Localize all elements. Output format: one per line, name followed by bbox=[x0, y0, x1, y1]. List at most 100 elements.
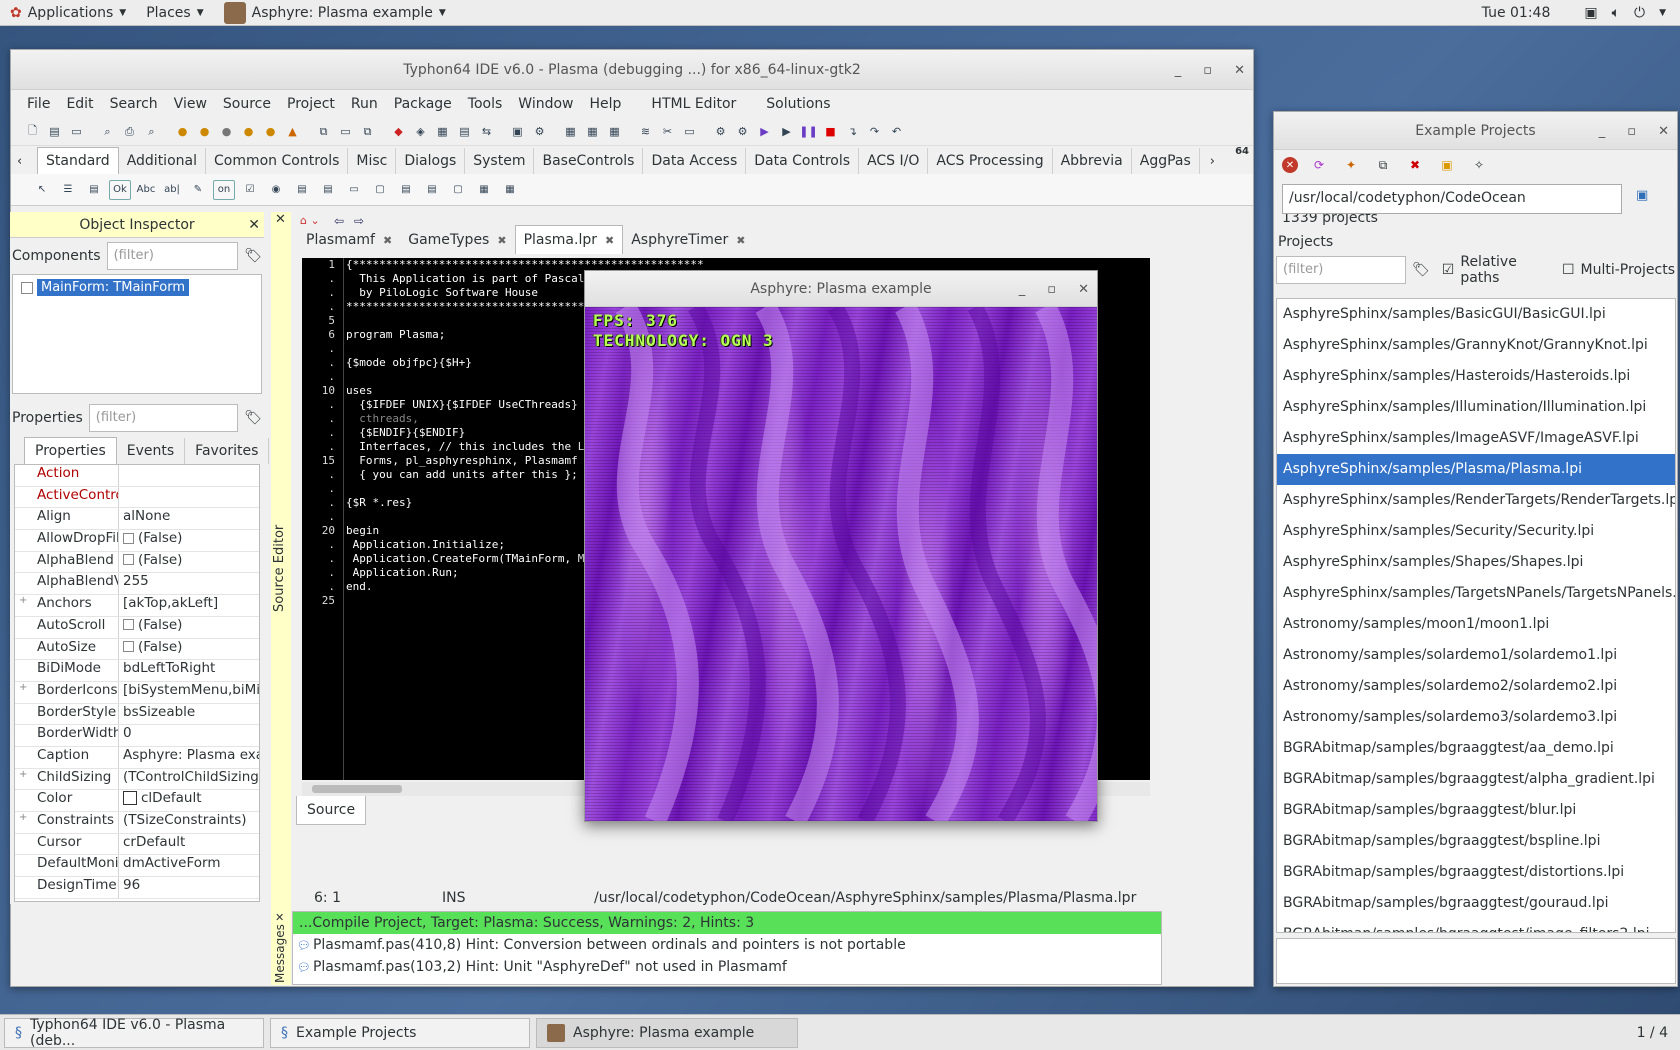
delete-icon[interactable]: ✖ bbox=[1404, 154, 1426, 176]
copy-icon[interactable]: ⧉ bbox=[1372, 154, 1394, 176]
property-row[interactable]: AutoSize (False) bbox=[15, 638, 259, 661]
task-example-projects[interactable]: § Example Projects bbox=[270, 1017, 530, 1048]
scrollbar-icon[interactable]: ▭ bbox=[343, 180, 365, 200]
list-item[interactable]: Astronomy/samples/solardemo2/solardemo2.… bbox=[1277, 671, 1675, 702]
step-into-icon[interactable]: ↴ bbox=[843, 123, 862, 141]
save-icon[interactable]: ⎙ bbox=[120, 123, 139, 141]
tab-favorites[interactable]: Favorites bbox=[185, 438, 270, 464]
close-icon[interactable]: ✕ bbox=[1078, 282, 1089, 297]
workspace-pager[interactable]: 1 / 4 bbox=[1637, 1025, 1668, 1041]
back-icon[interactable]: ⇦ bbox=[334, 214, 344, 228]
tab-abbrevia[interactable]: Abbrevia bbox=[1053, 148, 1132, 174]
task-ide[interactable]: § Typhon64 IDE v6.0 - Plasma (deb... bbox=[4, 1017, 264, 1049]
forward-icon[interactable]: ⇨ bbox=[354, 214, 364, 228]
list-item[interactable]: BGRAbitmap/samples/bgraaggtest/blur.lpi bbox=[1277, 795, 1675, 826]
property-row[interactable]: ActiveControl bbox=[15, 486, 259, 509]
package4-icon[interactable]: ● bbox=[239, 123, 258, 141]
compile-icon[interactable]: ▣ bbox=[508, 123, 527, 141]
tag-icon[interactable]: 🏷︎ bbox=[244, 410, 262, 426]
listbox-icon[interactable]: ▤ bbox=[291, 180, 313, 200]
menu-solutions[interactable]: Solutions bbox=[758, 96, 838, 112]
tab-standard[interactable]: Standard bbox=[37, 147, 119, 174]
tag-icon[interactable]: 🏷︎ bbox=[244, 248, 262, 264]
list-icon[interactable]: ▤ bbox=[455, 123, 474, 141]
list-item[interactable]: AsphyreSphinx/samples/TargetsNPanels/Tar… bbox=[1277, 578, 1675, 609]
home-icon[interactable]: ⌂ ⌄ bbox=[300, 214, 320, 227]
tool6-icon[interactable]: ▭ bbox=[680, 123, 699, 141]
chevron-right-icon[interactable]: › bbox=[1210, 154, 1215, 169]
property-row[interactable]: Cursor crDefault bbox=[15, 833, 259, 856]
applications-menu[interactable]: ✿ Applications ▼ bbox=[0, 0, 136, 26]
property-row[interactable]: BorderStyle bsSizeable bbox=[15, 703, 259, 726]
window-icon[interactable]: ▣ bbox=[1584, 5, 1597, 21]
tab-properties[interactable]: Properties bbox=[24, 437, 117, 464]
menu-project[interactable]: Project bbox=[279, 96, 343, 112]
ide-titlebar[interactable]: Typhon64 IDE v6.0 - Plasma (debugging ..… bbox=[11, 50, 1253, 90]
popupmenu-icon[interactable]: ▤ bbox=[83, 180, 105, 200]
path-input[interactable]: /usr/local/codetyphon/CodeOcean bbox=[1282, 184, 1622, 214]
stop-icon[interactable]: ■ bbox=[821, 123, 840, 141]
build-icon[interactable]: ⚙ bbox=[530, 123, 549, 141]
list-item[interactable]: BGRAbitmap/samples/bgraaggtest/gouraud.l… bbox=[1277, 888, 1675, 919]
folder-browse-icon[interactable]: ▣ bbox=[1636, 188, 1648, 203]
gears-icon[interactable]: ⚙ bbox=[733, 123, 752, 141]
list-item[interactable]: BGRAbitmap/samples/bgraaggtest/distortio… bbox=[1277, 857, 1675, 888]
package2-icon[interactable]: ● bbox=[195, 123, 214, 141]
tab-events[interactable]: Events bbox=[117, 438, 186, 464]
run-params-icon[interactable]: ▶ bbox=[777, 123, 796, 141]
menu-source[interactable]: Source bbox=[215, 96, 279, 112]
active-app-menu[interactable]: Asphyre: Plasma example ▼ bbox=[214, 0, 456, 26]
tab-plasma-lpr[interactable]: Plasma.lpr ✖ bbox=[514, 225, 624, 254]
package5-icon[interactable]: ● bbox=[261, 123, 280, 141]
tab-asphyretimer[interactable]: AsphyreTimer ✖ bbox=[623, 226, 753, 254]
unit-icon[interactable]: ◆ bbox=[389, 123, 408, 141]
close-icon[interactable]: ✕ bbox=[1234, 63, 1245, 78]
expand-icon[interactable]: + bbox=[19, 682, 27, 693]
tab-plasmamf[interactable]: Plasmamf ✖ bbox=[298, 226, 400, 254]
togglebox-icon[interactable]: on bbox=[213, 179, 235, 200]
new-form-icon[interactable]: ▤ bbox=[45, 123, 64, 141]
checkgroup-icon[interactable]: ▤ bbox=[421, 180, 443, 200]
list-item[interactable]: Astronomy/samples/solardemo1/solardemo1.… bbox=[1277, 640, 1675, 671]
multi-projects-checkbox[interactable]: ☐ bbox=[1562, 262, 1575, 278]
folder-icon[interactable]: ▣ bbox=[1436, 154, 1458, 176]
list-item[interactable]: AsphyreSphinx/samples/Hasteroids/Hastero… bbox=[1277, 361, 1675, 392]
close-icon[interactable]: ✕ bbox=[248, 217, 260, 233]
property-row[interactable]: + ChildSizing (TControlChildSizing) bbox=[15, 768, 259, 791]
close-icon[interactable]: ✖ bbox=[605, 234, 614, 247]
list-item-selected[interactable]: AsphyreSphinx/samples/Plasma/Plasma.lpi bbox=[1277, 454, 1675, 485]
tool4-icon[interactable]: ≋ bbox=[636, 123, 655, 141]
combobox-icon[interactable]: ▤ bbox=[317, 180, 339, 200]
list-item[interactable]: AsphyreSphinx/samples/GrannyKnot/GrannyK… bbox=[1277, 330, 1675, 361]
build-icon[interactable]: ✦ bbox=[1340, 154, 1362, 176]
frame-icon[interactable]: ▦ bbox=[473, 180, 495, 200]
close-icon[interactable]: ✕ bbox=[275, 911, 284, 924]
volume-icon[interactable]: 🔈︎ bbox=[1612, 5, 1620, 21]
relative-paths-checkbox[interactable]: ☑ bbox=[1442, 262, 1455, 278]
maximize-icon[interactable]: ▫ bbox=[1047, 282, 1056, 297]
pause-icon[interactable]: ❚❚ bbox=[799, 123, 818, 141]
radiogroup-icon[interactable]: ▤ bbox=[395, 180, 417, 200]
compile-success-message[interactable]: ...Compile Project, Target: Plasma: Succ… bbox=[293, 912, 1161, 934]
form-icon[interactable]: ◈ bbox=[411, 123, 430, 141]
property-row[interactable]: DefaultMonitodmActiveForm bbox=[15, 855, 259, 878]
places-menu[interactable]: Places ▼ bbox=[136, 0, 213, 26]
tab-data-access[interactable]: Data Access bbox=[643, 148, 747, 174]
asphyre-titlebar[interactable]: Asphyre: Plasma example _ ▫ ✕ bbox=[585, 271, 1097, 307]
tool1-icon[interactable]: ▦ bbox=[561, 123, 580, 141]
tab-basecontrols[interactable]: BaseControls bbox=[534, 148, 644, 174]
tool3-icon[interactable]: ▦ bbox=[605, 123, 624, 141]
ep-description-box[interactable] bbox=[1276, 938, 1676, 984]
checkbox[interactable] bbox=[123, 554, 134, 566]
tree-item-mainform[interactable]: MainForm: TMainForm bbox=[37, 279, 190, 296]
menu-view[interactable]: View bbox=[166, 96, 215, 112]
tab-system[interactable]: System bbox=[465, 148, 535, 174]
message-row[interactable]: 💬︎ Plasmamf.pas(103,2) Hint: Unit "Asphyr… bbox=[293, 956, 1161, 978]
list-item[interactable]: Astronomy/samples/moon1/moon1.lpi bbox=[1277, 609, 1675, 640]
maximize-icon[interactable]: ▫ bbox=[1203, 63, 1212, 78]
gear-icon[interactable]: ⚙ bbox=[711, 123, 730, 141]
edit-icon[interactable]: ab| bbox=[161, 180, 183, 200]
list-item[interactable]: BGRAbitmap/samples/bgraaggtest/alpha_gra… bbox=[1277, 764, 1675, 795]
tag-icon[interactable]: 🏷︎ bbox=[1412, 262, 1430, 278]
actionlist-icon[interactable]: ▦ bbox=[499, 180, 521, 200]
